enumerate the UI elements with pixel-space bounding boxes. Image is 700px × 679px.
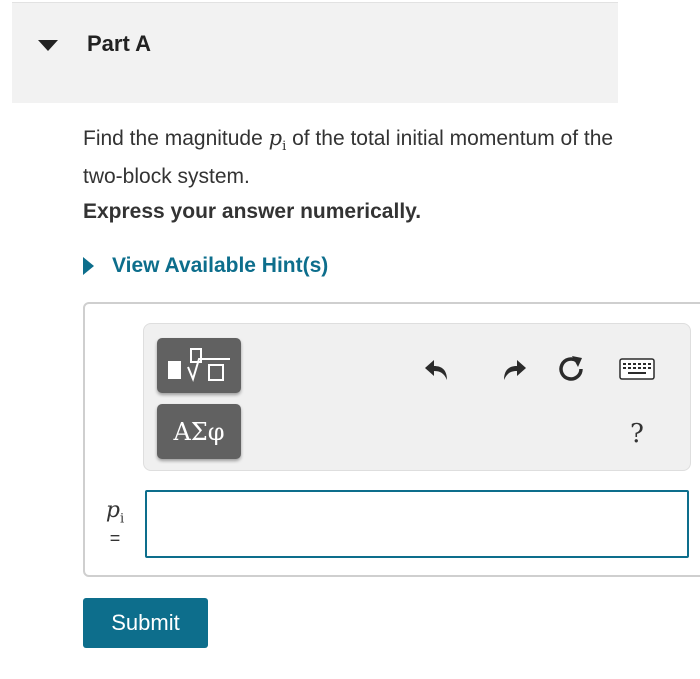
answer-variable-label: pi = <box>103 497 127 549</box>
answer-instruction: Express your answer numerically. <box>83 200 422 223</box>
expand-arrow-icon[interactable] <box>83 257 94 275</box>
equals-sign: = <box>109 528 121 549</box>
reset-button[interactable] <box>551 349 591 389</box>
redo-button[interactable] <box>493 349 533 389</box>
redo-icon <box>504 360 526 380</box>
answer-input[interactable] <box>145 490 689 558</box>
answer-panel: ΑΣφ ? pi = <box>83 302 700 577</box>
reset-icon <box>559 356 583 381</box>
templates-button[interactable] <box>157 338 241 393</box>
help-button[interactable]: ? <box>617 414 657 454</box>
view-hints-label[interactable]: View Available Hint(s) <box>112 254 328 278</box>
undo-icon <box>425 360 447 380</box>
answer-variable: pi <box>105 498 125 527</box>
greek-symbols-button[interactable]: ΑΣφ <box>157 404 241 459</box>
question-text: Find the magnitude pi of the total initi… <box>83 123 623 192</box>
templates-icon <box>168 347 230 382</box>
part-title: Part A <box>87 31 151 56</box>
submit-button[interactable]: Submit <box>83 598 208 648</box>
collapse-triangle-icon[interactable] <box>38 40 58 51</box>
undo-button[interactable] <box>418 349 458 389</box>
keyboard-icon <box>619 358 655 380</box>
help-icon: ? <box>630 419 644 449</box>
momentum-variable: pi <box>268 126 287 155</box>
question-text-before: Find the magnitude <box>83 127 269 150</box>
keyboard-button[interactable] <box>617 349 657 389</box>
math-toolbar: ΑΣφ ? <box>143 323 691 471</box>
view-hints-link[interactable]: View Available Hint(s) <box>83 254 328 278</box>
greek-symbols-icon: ΑΣφ <box>173 417 225 446</box>
part-header[interactable]: Part A <box>12 2 618 103</box>
